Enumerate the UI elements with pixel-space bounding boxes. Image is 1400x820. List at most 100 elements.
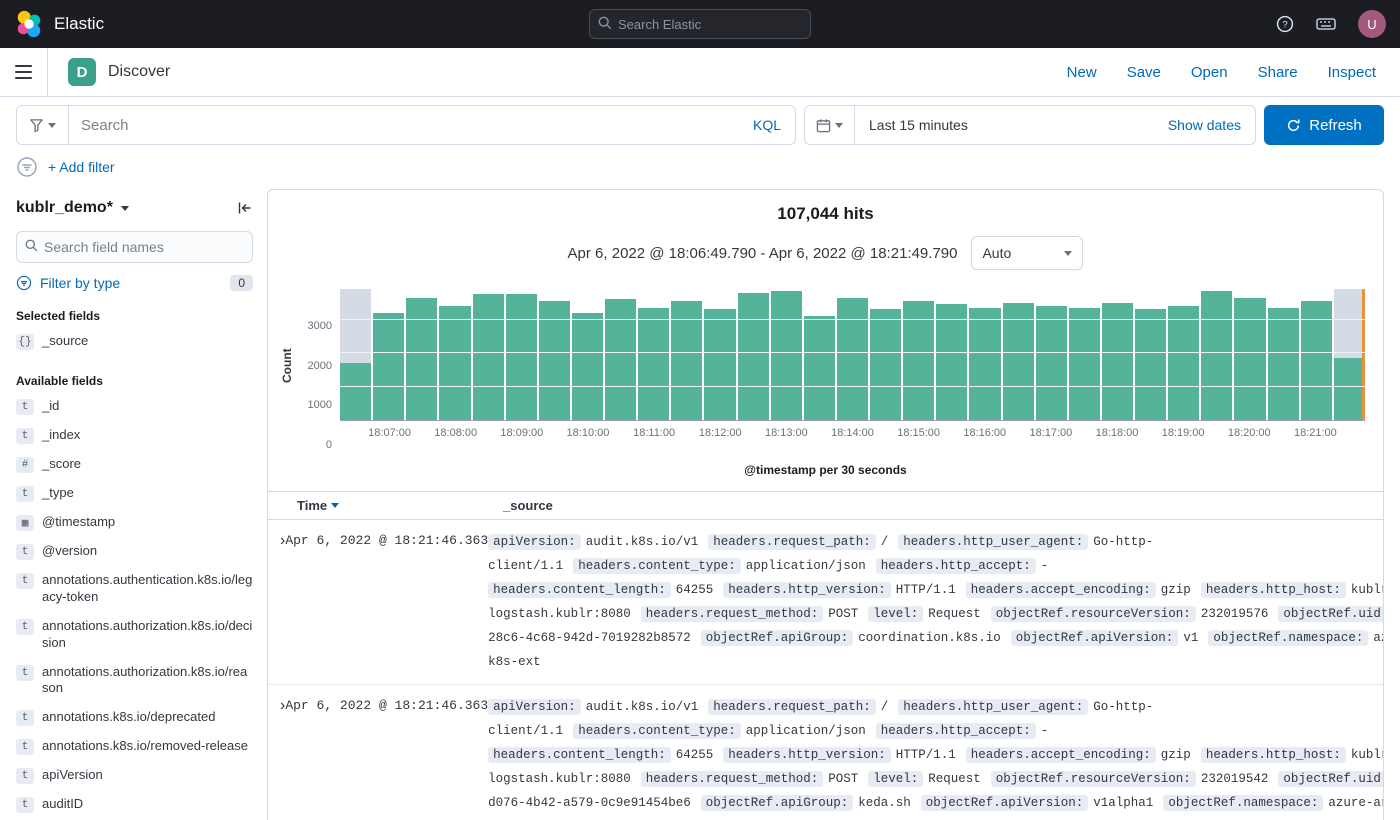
field-name-badge[interactable]: headers.http_accept: [875,558,1036,574]
histogram-bar[interactable] [671,286,703,420]
user-avatar[interactable]: U [1358,10,1386,38]
query-search-input[interactable] [69,116,739,134]
field-name-badge[interactable]: headers.http_accept: [875,723,1036,739]
field-item-auditID[interactable]: t auditID [16,790,253,819]
global-search[interactable] [589,9,811,39]
histogram-bar[interactable] [903,286,935,420]
histogram-bar[interactable] [538,286,570,420]
field-item-annotations.authorization.k8s.io/decision[interactable]: t annotations.authorization.k8s.io/decisi… [16,612,253,658]
field-name-badge[interactable]: objectRef.apiVersion: [920,795,1089,811]
saved-query-button[interactable] [17,106,69,144]
histogram-bar[interactable] [1168,286,1200,420]
field-item-_source[interactable]: {} _source [16,327,253,356]
field-name-badge[interactable]: headers.http_version: [723,582,891,598]
histogram-bar[interactable] [704,286,736,420]
field-name-badge[interactable]: level: [868,771,924,787]
field-name-badge[interactable]: objectRef.apiGroup: [700,795,854,811]
histogram-bar[interactable] [1267,286,1299,420]
field-name-badge[interactable]: headers.content_type: [573,558,741,574]
histogram-bar[interactable] [340,286,372,420]
index-pattern-selector[interactable]: kublr_demo* [16,199,113,217]
field-item-annotations.k8s.io/deprecated[interactable]: t annotations.k8s.io/deprecated [16,703,253,732]
histogram-bar[interactable] [373,286,405,420]
histogram-bar[interactable] [439,286,471,420]
histogram-bar[interactable] [969,286,1001,420]
filter-by-type[interactable]: Filter by type 0 [16,275,253,291]
field-name-badge[interactable]: headers.http_host: [1200,582,1346,598]
collapse-sidebar-button[interactable] [237,200,253,216]
field-name-badge[interactable]: headers.content_type: [573,723,741,739]
histogram-bar[interactable] [605,286,637,420]
histogram-bar[interactable] [1002,286,1034,420]
global-search-input[interactable] [618,16,802,32]
field-name-badge[interactable]: headers.request_method: [640,771,824,787]
field-name-badge[interactable]: objectRef.apiVersion: [1010,630,1179,646]
field-item-annotations.k8s.io/removed-release[interactable]: t annotations.k8s.io/removed-release [16,732,253,761]
field-name-badge[interactable]: objectRef.namespace: [1163,795,1324,811]
nav-action-inspect[interactable]: Inspect [1328,64,1376,81]
field-item-apiVersion[interactable]: t apiVersion [16,761,253,790]
field-name-badge[interactable]: headers.request_method: [640,606,824,622]
field-name-badge[interactable]: objectRef.uid: [1278,771,1383,787]
histogram-bar[interactable] [836,286,868,420]
nav-action-new[interactable]: New [1067,64,1097,81]
query-language-badge[interactable]: KQL [739,117,795,133]
field-name-badge[interactable]: apiVersion: [488,699,581,715]
histogram-bar[interactable] [505,286,537,420]
histogram-bar[interactable] [1101,286,1133,420]
field-name-badge[interactable]: headers.http_user_agent: [898,699,1089,715]
field-name-badge[interactable]: headers.accept_encoding: [965,582,1156,598]
elastic-logo[interactable] [14,9,44,39]
histogram-bar[interactable] [571,286,603,420]
field-name-badge[interactable]: headers.content_length: [488,747,671,763]
histogram-bar[interactable] [1035,286,1067,420]
field-name-badge[interactable]: objectRef.uid: [1278,606,1383,622]
histogram-bar[interactable] [1068,286,1100,420]
menu-icon[interactable] [0,48,48,96]
histogram-bar[interactable] [1201,286,1233,420]
histogram-bar[interactable] [770,286,802,420]
field-search-box[interactable] [16,231,253,263]
time-range-value[interactable]: Last 15 minutes [855,117,982,133]
field-name-badge[interactable]: headers.request_path: [708,534,876,550]
help-icon[interactable]: ? [1276,15,1294,33]
nav-action-save[interactable]: Save [1127,64,1161,81]
field-name-badge[interactable]: apiVersion: [488,534,581,550]
field-item-@timestamp[interactable]: ▦ @timestamp [16,508,253,537]
nav-action-share[interactable]: Share [1258,64,1298,81]
field-name-badge[interactable]: objectRef.resourceVersion: [990,771,1196,787]
histogram-bar[interactable] [870,286,902,420]
field-item-_id[interactable]: t _id [16,392,253,421]
field-name-badge[interactable]: objectRef.namespace: [1208,630,1369,646]
field-name-badge[interactable]: headers.http_version: [723,747,891,763]
histogram-bar[interactable] [1234,286,1266,420]
field-name-badge[interactable]: headers.content_length: [488,582,671,598]
field-item-_score[interactable]: # _score [16,450,253,479]
histogram-bar[interactable] [638,286,670,420]
keyboard-shortcuts-icon[interactable] [1316,16,1336,32]
field-name-badge[interactable]: level: [868,606,924,622]
field-search-input[interactable] [44,239,244,255]
field-item-annotations.authentication.k8s.io/legacy-token[interactable]: t annotations.authentication.k8s.io/legac… [16,566,253,612]
nav-action-open[interactable]: Open [1191,64,1228,81]
field-item-_index[interactable]: t _index [16,421,253,450]
date-quick-select-button[interactable] [805,106,855,144]
histogram-bar[interactable] [1135,286,1167,420]
field-name-badge[interactable]: headers.request_path: [708,699,876,715]
histogram-bar[interactable] [1300,286,1332,420]
filter-menu-icon[interactable] [16,156,38,178]
histogram-bar[interactable] [472,286,504,420]
show-dates-button[interactable]: Show dates [1168,117,1255,133]
field-item-@version[interactable]: t @version [16,537,253,566]
time-column-header[interactable]: Time [297,498,503,513]
refresh-button[interactable]: Refresh [1264,105,1384,145]
field-item-_type[interactable]: t _type [16,479,253,508]
interval-select[interactable]: Auto [971,236,1084,270]
field-item-annotations.authorization.k8s.io/reason[interactable]: t annotations.authorization.k8s.io/reason [16,658,253,704]
histogram-bar[interactable] [1333,286,1365,420]
discover-app-icon[interactable]: D [68,58,96,86]
field-name-badge[interactable]: headers.http_host: [1200,747,1346,763]
field-name-badge[interactable]: headers.accept_encoding: [965,747,1156,763]
field-name-badge[interactable]: objectRef.apiGroup: [700,630,854,646]
field-name-badge[interactable]: objectRef.resourceVersion: [990,606,1196,622]
